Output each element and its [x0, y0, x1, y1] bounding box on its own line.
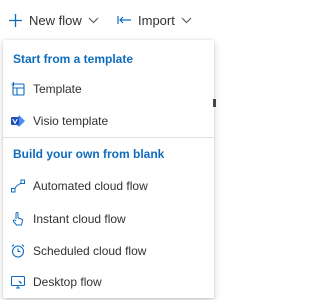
new-flow-menu: Start from a template Template Visio tem… — [3, 40, 214, 298]
scheduled-flow-icon — [10, 243, 26, 259]
automated-flow-icon — [10, 178, 26, 194]
import-icon — [117, 15, 132, 25]
new-flow-button[interactable]: New flow — [8, 0, 99, 40]
menu-item-desktop-flow[interactable]: Desktop flow — [3, 266, 214, 298]
import-button[interactable]: Import — [117, 0, 192, 40]
desktop-flow-icon — [10, 274, 26, 290]
menu-item-scheduled-cloud-flow[interactable]: Scheduled cloud flow — [3, 235, 214, 267]
menu-item-label: Scheduled cloud flow — [33, 244, 147, 258]
new-flow-label: New flow — [29, 12, 82, 28]
menu-item-automated-cloud-flow[interactable]: Automated cloud flow — [3, 170, 214, 202]
background-glyph — [213, 99, 216, 107]
command-bar: New flow Import — [0, 0, 216, 40]
menu-item-label: Instant cloud flow — [33, 212, 126, 226]
menu-item-instant-cloud-flow[interactable]: Instant cloud flow — [3, 203, 214, 235]
chevron-down-icon — [88, 16, 99, 24]
plus-icon — [8, 13, 23, 28]
menu-item-label: Desktop flow — [33, 275, 102, 289]
menu-item-label: Visio template — [33, 114, 109, 128]
menu-item-visio-template[interactable]: Visio template — [3, 105, 214, 137]
menu-divider — [3, 137, 214, 138]
visio-icon — [10, 113, 26, 129]
template-group-header: Start from a template — [13, 52, 134, 66]
import-label: Import — [138, 12, 175, 28]
menu-item-label: Template — [33, 82, 82, 96]
instant-flow-icon — [10, 211, 26, 227]
menu-item-label: Automated cloud flow — [33, 179, 148, 193]
chevron-down-icon — [181, 16, 192, 24]
menu-item-template[interactable]: Template — [3, 73, 214, 105]
blank-group-header: Build your own from blank — [13, 147, 165, 161]
template-icon — [10, 81, 26, 97]
